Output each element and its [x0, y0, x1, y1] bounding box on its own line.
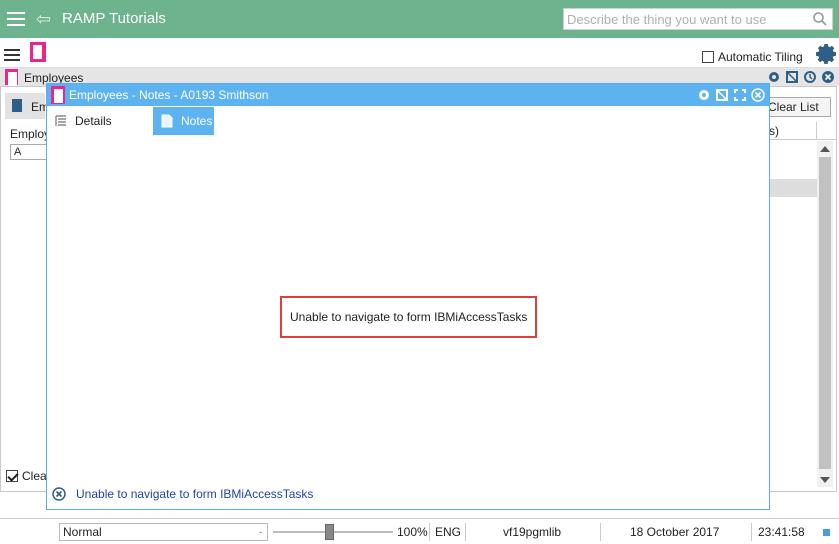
library-name: vf19pgmlib — [503, 525, 562, 539]
status-bar: Normal - 100% ENG vf19pgmlib 18 October … — [0, 518, 839, 544]
automatic-tiling-checkbox[interactable] — [702, 51, 714, 63]
modal-settings-icon[interactable] — [697, 88, 711, 102]
employee-field-label: Employ — [10, 127, 51, 141]
close-window-icon[interactable] — [821, 70, 835, 84]
modal-tile-icon[interactable] — [715, 88, 729, 102]
automatic-tiling-label: Automatic Tiling — [718, 50, 803, 64]
automatic-tiling-toggle[interactable]: Automatic Tiling — [702, 50, 803, 64]
zoom-level: 100% — [397, 525, 428, 539]
modal-status-message: Unable to navigate to form IBMiAccessTas… — [76, 487, 314, 501]
search-input[interactable] — [564, 9, 808, 29]
tab-notes[interactable]: Notes — [153, 107, 214, 135]
clear-checkbox[interactable] — [6, 470, 18, 482]
list-column-header[interactable]: s) — [769, 122, 817, 140]
employees-document-icon — [5, 69, 18, 86]
main-menu-icon[interactable] — [7, 12, 25, 26]
tab-details-label: Details — [75, 114, 112, 128]
scroll-up-icon[interactable] — [820, 146, 830, 152]
modal-status-bar: Unable to navigate to form IBMiAccessTas… — [52, 487, 313, 501]
divider — [751, 523, 752, 541]
hamburger-icon[interactable] — [4, 49, 20, 61]
divider — [429, 523, 430, 541]
back-arrow-icon[interactable]: ⇦ — [36, 9, 51, 29]
scrollbar-thumb[interactable] — [819, 157, 831, 469]
resize-corner-icon[interactable] — [823, 529, 830, 536]
clear-list-button[interactable]: Clear List — [763, 97, 831, 117]
window-tile-icon[interactable] — [785, 70, 799, 84]
search-icon[interactable] — [812, 11, 828, 27]
selected-list-row[interactable] — [769, 179, 817, 197]
notes-modal-title: Employees - Notes - A0193 Smithson — [69, 88, 269, 102]
notes-document-icon — [51, 86, 65, 104]
notes-modal-titlebar[interactable]: Employees - Notes - A0193 Smithson — [47, 84, 769, 106]
status-time: 23:41:58 — [758, 525, 805, 539]
search-box[interactable] — [563, 8, 833, 30]
employee-search-field[interactable]: A — [10, 144, 50, 160]
modal-close-icon[interactable] — [751, 88, 765, 102]
details-list-icon — [55, 115, 66, 126]
error-message-box: Unable to navigate to form IBMiAccessTas… — [280, 296, 537, 338]
app-header-bar: ⇦ RAMP Tutorials — [0, 0, 839, 38]
list-column-header-extra — [816, 122, 836, 140]
notes-page-icon — [161, 114, 173, 128]
modal-maximize-icon[interactable] — [733, 88, 747, 102]
language-indicator: ENG — [435, 525, 462, 539]
window-settings-icon[interactable] — [767, 70, 781, 84]
clear-option[interactable]: Clea — [6, 469, 47, 483]
clear-checkbox-label: Clea — [22, 469, 47, 483]
scroll-down-icon[interactable] — [820, 477, 830, 483]
notes-modal-tabs: Details Notes — [47, 107, 214, 135]
mode-value: Normal — [63, 525, 102, 539]
document-icon[interactable] — [30, 42, 46, 62]
chevron-down-icon: - — [259, 527, 262, 537]
employees-tab-icon — [12, 99, 22, 112]
toolbar: Automatic Tiling — [0, 38, 839, 68]
error-close-icon[interactable] — [52, 487, 66, 501]
status-date: 18 October 2017 — [630, 525, 720, 539]
settings-gear-icon[interactable] — [815, 42, 839, 66]
zoom-slider-thumb[interactable] — [325, 524, 334, 540]
tab-details[interactable]: Details — [47, 107, 153, 135]
history-icon[interactable] — [803, 70, 817, 84]
notes-modal: Employees - Notes - A0193 Smithson Detai… — [46, 83, 770, 510]
app-title: RAMP Tutorials — [62, 10, 166, 27]
employees-tab[interactable]: Em — [5, 93, 49, 119]
mode-select[interactable]: Normal - — [59, 523, 268, 541]
divider — [465, 523, 466, 541]
tab-notes-label: Notes — [181, 114, 213, 128]
list-scrollbar[interactable] — [817, 141, 833, 487]
divider — [600, 523, 601, 541]
